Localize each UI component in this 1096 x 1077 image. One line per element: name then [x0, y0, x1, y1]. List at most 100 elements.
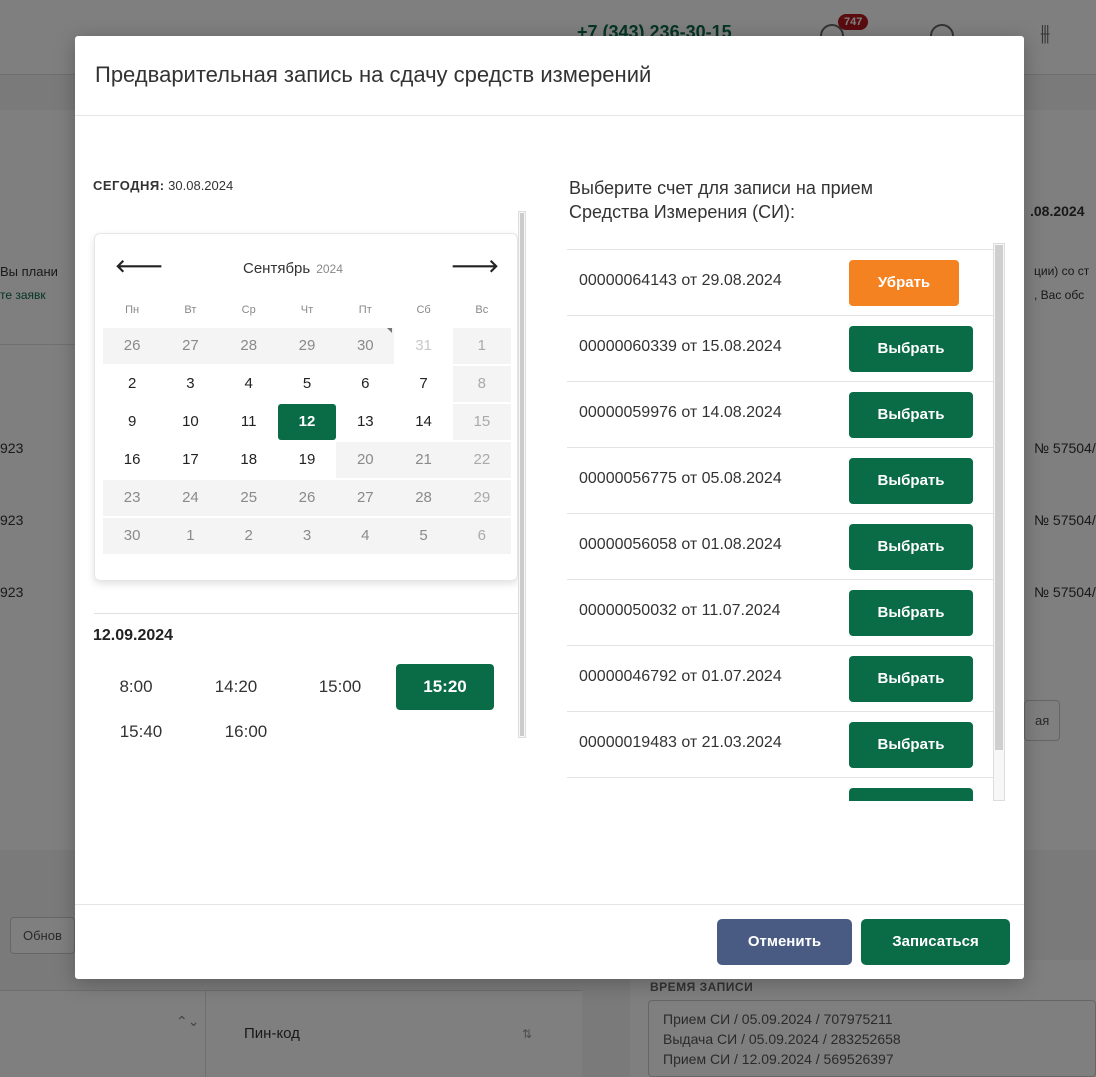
select-invoice-button[interactable]: Выбрать	[849, 392, 973, 438]
calendar-day: 1	[452, 328, 511, 364]
invoice-row: 00000060339 от 15.08.2024 Выбрать	[567, 315, 993, 381]
calendar-day[interactable]: 10	[161, 404, 219, 440]
time-slot[interactable]: 16:00	[197, 709, 295, 755]
submit-button[interactable]: Записаться	[861, 919, 1010, 965]
weekday-label: Вт	[184, 304, 197, 316]
calendar-day[interactable]: 2	[103, 366, 161, 402]
select-invoice-button[interactable]: Выбрать	[849, 524, 973, 570]
time-slot[interactable]: 15:00	[291, 664, 389, 710]
calendar-day[interactable]: 16	[103, 442, 161, 478]
time-slot[interactable]: 8:00	[87, 664, 185, 710]
invoice-label: 00000046792 от 01.07.2024	[579, 668, 782, 685]
invoice-label: 00000056775 от 05.08.2024	[579, 470, 782, 487]
time-slot[interactable]: 14:20	[187, 664, 285, 710]
calendar-day: 25	[219, 480, 278, 516]
calendar-day: 30	[336, 328, 395, 364]
modal-title: Предварительная запись на сдачу средств …	[95, 62, 652, 87]
calendar-day[interactable]: 19	[278, 442, 336, 478]
weekday-header: Пн Вт Ср Чт Пт Сб Вс	[103, 304, 511, 316]
calendar-day[interactable]: 4	[220, 366, 278, 402]
calendar-month-label: Сентябрь 2024	[243, 260, 343, 277]
calendar-day[interactable]: 3	[161, 366, 219, 402]
date-divider	[94, 613, 518, 614]
calendar-day: 1	[161, 518, 220, 554]
selected-date: 12.09.2024	[93, 627, 174, 644]
calendar-day: 5	[394, 518, 453, 554]
select-invoice-button[interactable]: Выбрать	[849, 722, 973, 768]
remove-invoice-button[interactable]: Убрать	[849, 260, 959, 306]
prev-month-arrow-icon[interactable]: 🡐	[115, 256, 163, 277]
calendar: 🡐 Сентябрь 2024 🡒 Пн Вт Ср Чт Пт Сб Вс 26…	[94, 233, 518, 581]
time-slot[interactable]: 15:40	[92, 709, 190, 755]
calendar-day: 29	[452, 480, 511, 516]
modal-footer-divider	[75, 904, 1024, 905]
calendar-day: 8	[452, 366, 511, 402]
calendar-day: 3	[277, 518, 337, 554]
calendar-day: 27	[161, 328, 220, 364]
select-invoice-button[interactable]: Выбрать	[849, 326, 973, 372]
invoice-row: 00000046792 от 01.07.2024 Выбрать	[567, 645, 993, 711]
select-invoice-button[interactable]: Выбрать	[849, 656, 973, 702]
left-scrollbar-thumb[interactable]	[520, 213, 524, 736]
select-invoice-button[interactable]: Выбрать	[849, 590, 973, 636]
weekday-label: Чт	[300, 304, 314, 316]
invoice-row: 00000056775 от 05.08.2024 Выбрать	[567, 447, 993, 513]
invoice-row-partial	[567, 777, 993, 801]
calendar-day: 28	[219, 328, 278, 364]
calendar-day[interactable]: 18	[220, 442, 278, 478]
invoice-label: 00000064143 от 29.08.2024	[579, 272, 782, 289]
select-invoice-button[interactable]	[849, 788, 973, 801]
weekday-label: Сб	[416, 304, 431, 316]
calendar-day-selected[interactable]: 12	[277, 404, 337, 440]
today-label: СЕГОДНЯ:	[93, 178, 165, 193]
calendar-day[interactable]: 6	[336, 366, 394, 402]
next-month-arrow-icon[interactable]: 🡒	[451, 256, 499, 277]
calendar-day: 26	[277, 480, 337, 516]
invoice-row: 00000064143 от 29.08.2024 Убрать	[567, 249, 993, 315]
appointment-modal: Предварительная запись на сдачу средств …	[75, 36, 1024, 979]
calendar-day[interactable]: 13	[336, 404, 394, 440]
calendar-day: 21	[394, 442, 453, 478]
calendar-month: Сентябрь	[243, 260, 311, 277]
invoice-row: 00000019483 от 21.03.2024 Выбрать	[567, 711, 993, 777]
weekday-label: Пн	[125, 304, 140, 316]
calendar-day[interactable]: 5	[278, 366, 336, 402]
invoices-title: Выберите счет для записи на прием Средст…	[569, 176, 873, 224]
calendar-day[interactable]: 7	[394, 366, 452, 402]
select-invoice-button[interactable]: Выбрать	[849, 458, 973, 504]
calendar-days: 26 27 28 29 30 31 1 2 3 4 5 6 7 8 9 10 1…	[103, 328, 511, 554]
calendar-day: 6	[452, 518, 511, 554]
calendar-day[interactable]: 17	[161, 442, 219, 478]
calendar-day: 4	[336, 518, 395, 554]
calendar-day: 20	[336, 442, 395, 478]
calendar-day[interactable]: 11	[220, 404, 278, 440]
calendar-day: 26	[103, 328, 162, 364]
weekday-label: Ср	[241, 304, 256, 316]
invoice-row: 00000059976 от 14.08.2024 Выбрать	[567, 381, 993, 447]
invoice-label: 00000056058 от 01.08.2024	[579, 536, 782, 553]
invoice-scrollbar-thumb[interactable]	[995, 245, 1003, 750]
invoice-label: 00000060339 от 15.08.2024	[579, 338, 782, 355]
invoices-title-line: Средства Измерения (СИ):	[569, 202, 796, 222]
invoice-label: 00000059976 от 14.08.2024	[579, 404, 782, 421]
calendar-day: 27	[336, 480, 395, 516]
invoice-label: 00000050032 от 11.07.2024	[579, 602, 781, 619]
invoices-title-line: Выберите счет для записи на прием	[569, 178, 874, 198]
calendar-day: 28	[394, 480, 453, 516]
calendar-day: 23	[103, 480, 162, 516]
cancel-button[interactable]: Отменить	[717, 919, 852, 965]
invoice-label: 00000019483 от 21.03.2024	[579, 734, 782, 751]
calendar-day: 30	[103, 518, 162, 554]
calendar-day: 22	[452, 442, 511, 478]
calendar-day: 24	[161, 480, 220, 516]
invoice-row: 00000056058 от 01.08.2024 Выбрать	[567, 513, 993, 579]
invoice-list: 00000064143 от 29.08.2024 Убрать 0000006…	[567, 249, 993, 801]
today-info: СЕГОДНЯ: 30.08.2024	[93, 178, 233, 193]
calendar-day: 2	[219, 518, 278, 554]
calendar-day[interactable]: 14	[394, 404, 452, 440]
modal-divider	[75, 115, 1024, 116]
calendar-day: 31	[415, 337, 432, 354]
calendar-day[interactable]: 9	[103, 404, 161, 440]
time-slot-selected[interactable]: 15:20	[396, 664, 494, 710]
invoice-row: 00000050032 от 11.07.2024 Выбрать	[567, 579, 993, 645]
